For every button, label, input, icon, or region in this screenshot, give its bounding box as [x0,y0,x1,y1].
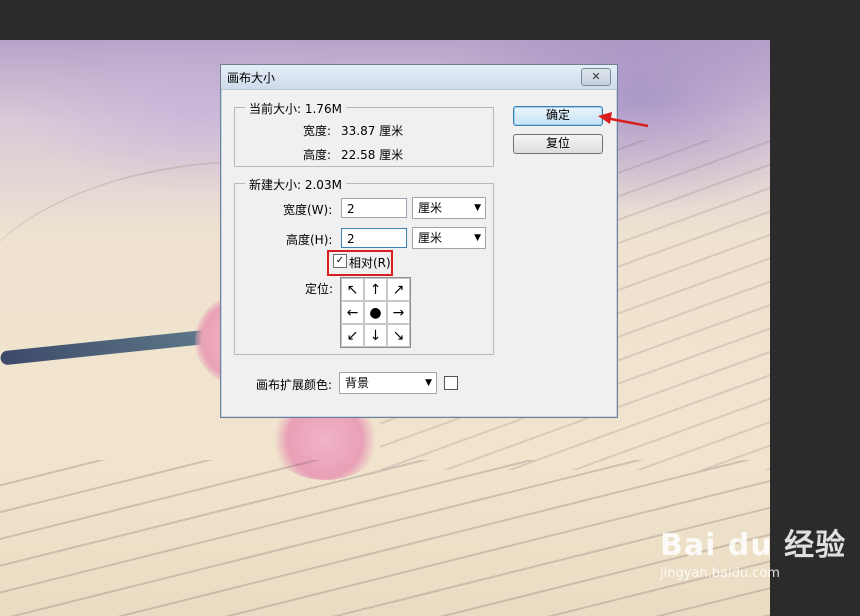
width-unit-select[interactable]: 厘米 ▼ [412,197,486,219]
width-unit-value: 厘米 [418,201,443,215]
watermark-url: jingyan.baidu.com [660,566,780,581]
extension-color-label: 画布扩展颜色: [256,378,333,392]
canvas-size-dialog: 画布大小 ✕ 当前大小: 1.76M 宽度: 33.87 厘米 高度: 22.5… [220,64,618,418]
chevron-down-icon: ▼ [425,378,432,388]
anchor-top-left[interactable]: ↖ [341,278,364,301]
anchor-top-right[interactable]: ↗ [387,278,410,301]
current-height-label: 高度: [303,148,332,162]
dialog-title: 画布大小 [227,71,276,85]
new-height-label: 高度(H): [286,233,333,247]
chevron-down-icon: ▼ [474,233,481,243]
anchor-right[interactable]: → [387,301,410,324]
extension-color-select[interactable]: 背景 ▼ [339,372,437,394]
height-input[interactable]: 2 [341,228,407,248]
extension-color-value: 背景 [345,376,370,390]
new-width-label: 宽度(W): [283,203,333,217]
dialog-titlebar[interactable]: 画布大小 ✕ [221,65,617,90]
extension-color-swatch[interactable] [444,376,458,390]
current-size-group: 当前大小: 1.76M 宽度: 33.87 厘米 高度: 22.58 厘米 [234,100,494,167]
anchor-bottom-right[interactable]: ↘ [387,324,410,347]
anchor-bottom-left[interactable]: ↙ [341,324,364,347]
close-button[interactable]: ✕ [581,68,611,86]
height-unit-select[interactable]: 厘米 ▼ [412,227,486,249]
width-input[interactable]: 2 [341,198,407,218]
anchor-center[interactable]: ● [364,301,387,324]
height-unit-value: 厘米 [418,231,443,245]
new-size-legend: 新建大小: 2.03M [245,176,346,193]
reset-button[interactable]: 复位 [513,134,603,154]
anchor-grid: ↖ ↑ ↗ ← ● → ↙ ↓ ↘ [340,277,411,348]
current-width-label: 宽度: [303,124,332,138]
highlight-box [327,250,393,276]
current-width-value: 33.87 厘米 [341,124,404,138]
anchor-bottom[interactable]: ↓ [364,324,387,347]
baidu-jingyan-watermark: Bai du 经验 jingyan.baidu.com [660,520,846,581]
anchor-label: 定位: [305,282,334,296]
red-arrow-annotation [598,112,649,128]
anchor-top[interactable]: ↑ [364,278,387,301]
chevron-down-icon: ▼ [474,203,481,213]
ok-button[interactable]: 确定 [513,106,603,126]
watermark-logo: Bai du 经验 [660,528,847,563]
current-size-legend: 当前大小: 1.76M [245,100,346,117]
anchor-left[interactable]: ← [341,301,364,324]
current-height-value: 22.58 厘米 [341,148,404,162]
